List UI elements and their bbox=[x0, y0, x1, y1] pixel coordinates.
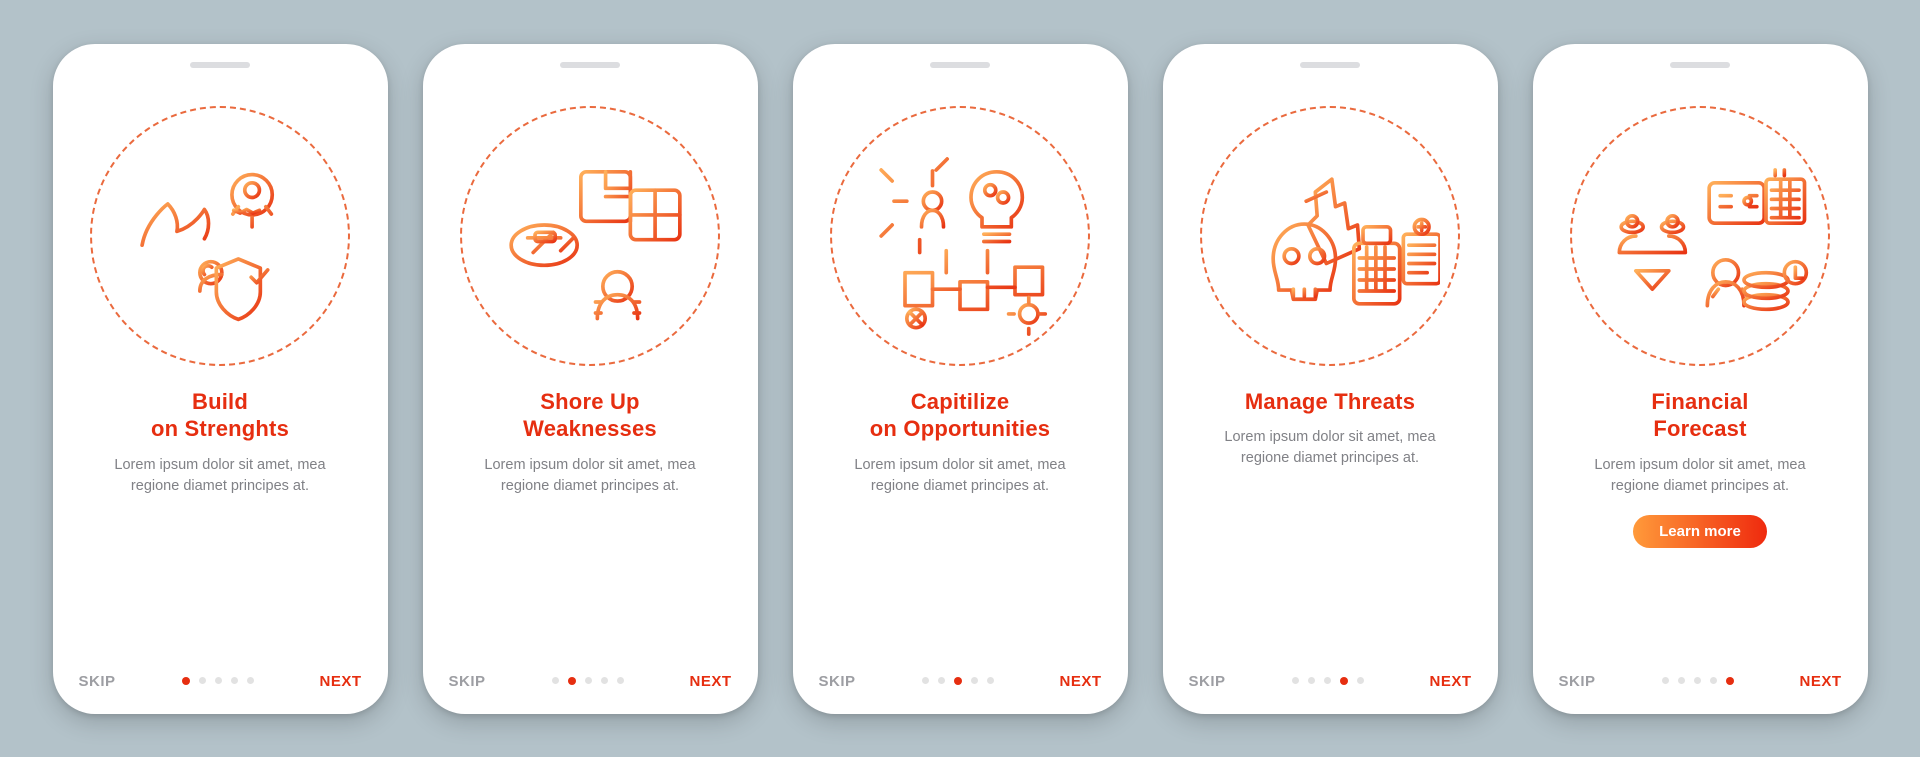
skip-button[interactable]: SKIP bbox=[819, 673, 856, 690]
pagination-dot bbox=[1678, 677, 1685, 684]
onboarding-screen-4: Manage Threats Lorem ipsum dolor sit amet… bbox=[1163, 44, 1498, 714]
screen-description: Lorem ipsum dolor sit amet, mea regione … bbox=[830, 455, 1090, 497]
onboarding-footer: SKIP NEXT bbox=[1559, 673, 1842, 690]
pagination-dot bbox=[938, 677, 945, 684]
screen-description: Lorem ipsum dolor sit amet, mea regione … bbox=[1570, 455, 1830, 497]
pagination-dot bbox=[1710, 677, 1717, 684]
skip-button[interactable]: SKIP bbox=[449, 673, 486, 690]
pagination-dot bbox=[182, 677, 190, 685]
pagination-dots bbox=[1292, 677, 1364, 685]
threats-illustration bbox=[1200, 106, 1460, 366]
pagination-dot bbox=[552, 677, 559, 684]
pagination-dot bbox=[1357, 677, 1364, 684]
skip-button[interactable]: SKIP bbox=[79, 673, 116, 690]
pagination-dot bbox=[231, 677, 238, 684]
next-button[interactable]: NEXT bbox=[689, 673, 731, 690]
screen-title: Shore UpWeaknesses bbox=[523, 388, 657, 443]
onboarding-footer: SKIP NEXT bbox=[79, 673, 362, 690]
onboarding-footer: SKIP NEXT bbox=[1189, 673, 1472, 690]
pagination-dot bbox=[954, 677, 962, 685]
screen-description: Lorem ipsum dolor sit amet, mea regione … bbox=[460, 455, 720, 497]
pagination-dot bbox=[1340, 677, 1348, 685]
onboarding-footer: SKIP NEXT bbox=[449, 673, 732, 690]
onboarding-screen-5: FinancialForecast Lorem ipsum dolor sit a… bbox=[1533, 44, 1868, 714]
pagination-dots bbox=[1662, 677, 1734, 685]
pagination-dot bbox=[1292, 677, 1299, 684]
screen-title: Capitilizeon Opportunities bbox=[870, 388, 1050, 443]
screen-description: Lorem ipsum dolor sit amet, mea regione … bbox=[1200, 427, 1460, 469]
opportunities-illustration bbox=[830, 106, 1090, 366]
pagination-dot bbox=[1324, 677, 1331, 684]
pagination-dot bbox=[922, 677, 929, 684]
pagination-dots bbox=[552, 677, 624, 685]
pagination-dot bbox=[987, 677, 994, 684]
screen-title: FinancialForecast bbox=[1651, 388, 1748, 443]
weaknesses-illustration bbox=[460, 106, 720, 366]
pagination-dot bbox=[585, 677, 592, 684]
pagination-dot bbox=[215, 677, 222, 684]
screen-description: Lorem ipsum dolor sit amet, mea regione … bbox=[90, 455, 350, 497]
pagination-dots bbox=[922, 677, 994, 685]
next-button[interactable]: NEXT bbox=[319, 673, 361, 690]
pagination-dot bbox=[1662, 677, 1669, 684]
pagination-dot bbox=[1308, 677, 1315, 684]
next-button[interactable]: NEXT bbox=[1059, 673, 1101, 690]
onboarding-screen-1: Buildon Strenghts Lorem ipsum dolor sit a… bbox=[53, 44, 388, 714]
next-button[interactable]: NEXT bbox=[1429, 673, 1471, 690]
screen-title: Buildon Strenghts bbox=[151, 388, 289, 443]
strengths-illustration bbox=[90, 106, 350, 366]
forecast-illustration bbox=[1570, 106, 1830, 366]
onboarding-screen-3: Capitilizeon Opportunities Lorem ipsum do… bbox=[793, 44, 1128, 714]
onboarding-screen-2: Shore UpWeaknesses Lorem ipsum dolor sit … bbox=[423, 44, 758, 714]
pagination-dot bbox=[1694, 677, 1701, 684]
screen-title: Manage Threats bbox=[1245, 388, 1415, 416]
pagination-dot bbox=[568, 677, 576, 685]
pagination-dot bbox=[199, 677, 206, 684]
skip-button[interactable]: SKIP bbox=[1189, 673, 1226, 690]
pagination-dot bbox=[971, 677, 978, 684]
pagination-dot bbox=[247, 677, 254, 684]
pagination-dot bbox=[1726, 677, 1734, 685]
skip-button[interactable]: SKIP bbox=[1559, 673, 1596, 690]
onboarding-footer: SKIP NEXT bbox=[819, 673, 1102, 690]
pagination-dot bbox=[601, 677, 608, 684]
phone-mockup-row: Buildon Strenghts Lorem ipsum dolor sit a… bbox=[33, 24, 1888, 734]
next-button[interactable]: NEXT bbox=[1799, 673, 1841, 690]
pagination-dots bbox=[182, 677, 254, 685]
pagination-dot bbox=[617, 677, 624, 684]
learn-more-button[interactable]: Learn more bbox=[1633, 515, 1767, 548]
